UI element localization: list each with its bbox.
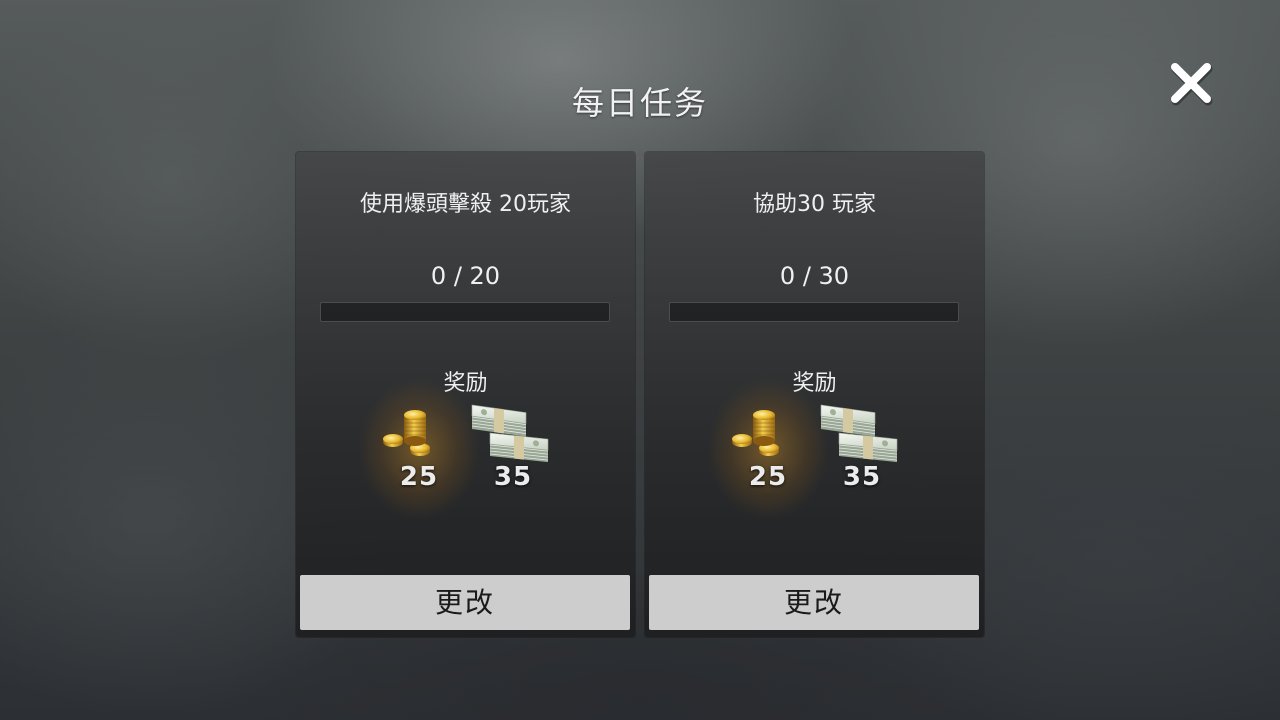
task-title: 使用爆頭擊殺 20玩家 xyxy=(360,192,571,217)
task-progress-text: 0 / 20 xyxy=(430,262,501,290)
task-progress-text: 0 / 30 xyxy=(779,262,850,290)
daily-tasks-screen: 每日任务 使用爆頭擊殺 20玩家 0 / 20 奖励 xyxy=(0,0,1280,720)
reward-cash-value: 35 xyxy=(842,462,882,492)
reward-cash: 35 xyxy=(468,397,558,497)
task-title: 協助30 玩家 xyxy=(753,192,876,217)
change-task-button[interactable]: 更改 xyxy=(649,575,979,630)
reward-cash-value: 35 xyxy=(493,462,533,492)
task-progress-bar xyxy=(669,302,959,322)
reward-gold-value: 25 xyxy=(399,462,439,492)
reward-cash: 35 xyxy=(817,397,907,497)
reward-gold: 25 xyxy=(359,379,479,519)
reward-gold: 25 xyxy=(708,379,828,519)
close-icon xyxy=(1166,58,1216,108)
reward-gold-value: 25 xyxy=(748,462,788,492)
page-title: 每日任务 xyxy=(571,84,708,122)
task-card: 使用爆頭擊殺 20玩家 0 / 20 奖励 25 xyxy=(296,152,635,637)
task-progress-bar xyxy=(320,302,610,322)
change-task-button[interactable]: 更改 xyxy=(300,575,630,630)
task-card: 協助30 玩家 0 / 30 奖励 25 xyxy=(645,152,984,637)
close-button[interactable] xyxy=(1166,58,1216,108)
